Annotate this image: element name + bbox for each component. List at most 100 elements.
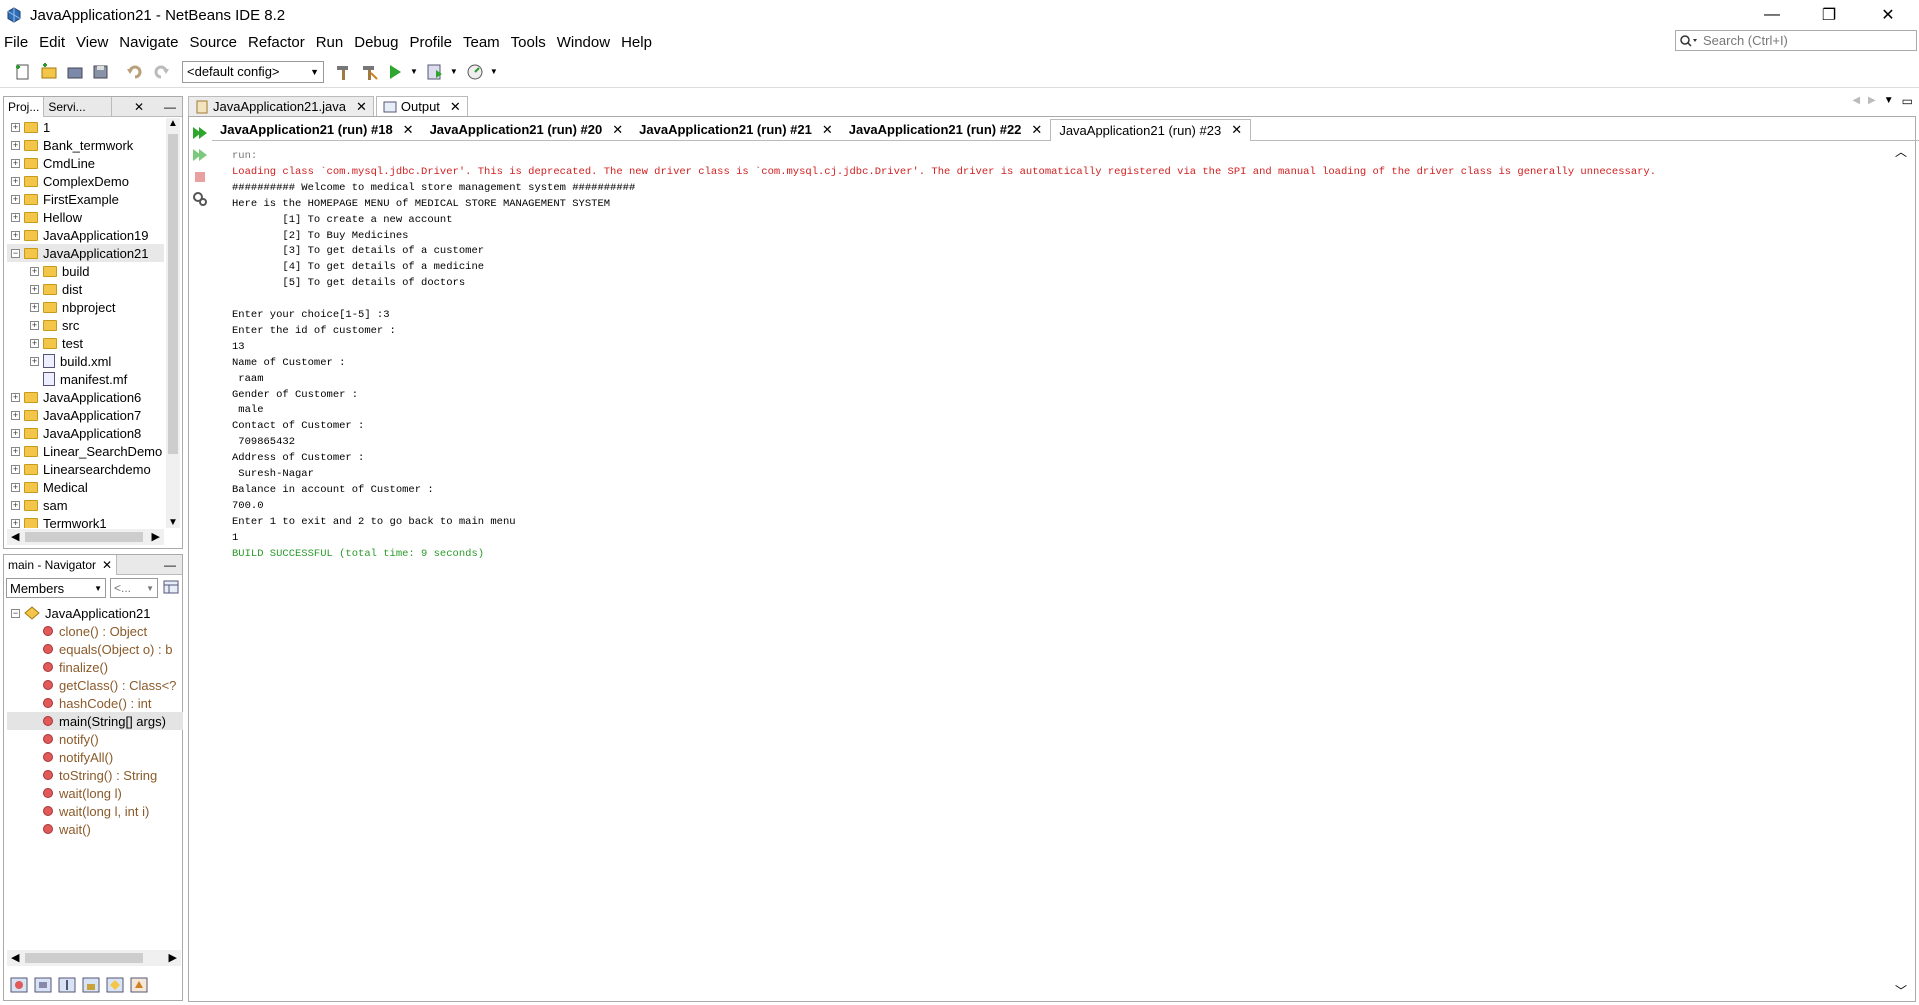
menu-navigate[interactable]: Navigate bbox=[119, 34, 178, 51]
expand-icon[interactable]: + bbox=[11, 212, 20, 222]
navigator-member[interactable]: notifyAll() bbox=[7, 748, 183, 766]
debug-dropdown-icon[interactable]: ▼ bbox=[450, 67, 458, 76]
scroll-down-icon[interactable]: ﹀ bbox=[1894, 982, 1908, 999]
expand-icon[interactable]: + bbox=[11, 140, 20, 150]
expand-icon[interactable]: + bbox=[11, 122, 20, 132]
redo-button[interactable] bbox=[150, 61, 172, 83]
expand-icon[interactable]: + bbox=[11, 194, 20, 204]
expand-icon[interactable]: + bbox=[11, 482, 20, 492]
rerun-customized-button[interactable] bbox=[192, 147, 208, 163]
collapse-icon[interactable]: − bbox=[11, 248, 20, 258]
menu-refactor[interactable]: Refactor bbox=[248, 34, 305, 51]
scroll-thumb[interactable] bbox=[168, 134, 178, 454]
project-tree-item[interactable]: + Linear_SearchDemo bbox=[7, 442, 164, 460]
project-tree-item[interactable]: + Hellow bbox=[7, 208, 164, 226]
console-vscrollbar[interactable]: ︿ ﹀ bbox=[1894, 143, 1908, 999]
project-tree-item[interactable]: + dist bbox=[7, 280, 164, 298]
project-tree-item[interactable]: + src bbox=[7, 316, 164, 334]
project-tree-item[interactable]: + JavaApplication19 bbox=[7, 226, 164, 244]
close-icon[interactable]: ✕ bbox=[612, 122, 623, 138]
filter-classes-button[interactable] bbox=[106, 977, 124, 996]
project-tree-item[interactable]: + JavaApplication7 bbox=[7, 406, 164, 424]
navigator-member[interactable]: clone() : Object bbox=[7, 622, 183, 640]
navigator-member[interactable]: getClass() : Class<? bbox=[7, 676, 183, 694]
close-icon[interactable]: ✕ bbox=[102, 558, 112, 572]
menu-source[interactable]: Source bbox=[189, 34, 237, 51]
expand-icon[interactable]: + bbox=[11, 518, 20, 528]
run-tab-18[interactable]: JavaApplication21 (run) #18 ✕ bbox=[212, 119, 422, 141]
collapse-icon[interactable]: − bbox=[11, 608, 20, 618]
menu-window[interactable]: Window bbox=[557, 34, 610, 51]
menu-run[interactable]: Run bbox=[316, 34, 344, 51]
expand-icon[interactable]: + bbox=[11, 230, 20, 240]
project-tree-item[interactable]: + FirstExample bbox=[7, 190, 164, 208]
scroll-right-icon[interactable]: ▶ bbox=[152, 530, 160, 543]
project-tree-item[interactable]: + JavaApplication8 bbox=[7, 424, 164, 442]
project-tree-item[interactable]: + Termwork1 bbox=[7, 514, 164, 528]
navigator-member[interactable]: notify() bbox=[7, 730, 183, 748]
scroll-left-icon[interactable]: ◀ bbox=[11, 951, 19, 964]
projects-hscrollbar[interactable]: ◀ ▶ bbox=[7, 529, 164, 545]
close-icon[interactable]: ✕ bbox=[1031, 122, 1042, 138]
stop-button[interactable] bbox=[192, 169, 208, 185]
debug-button[interactable] bbox=[424, 61, 446, 83]
project-tree-item[interactable]: + Medical bbox=[7, 478, 164, 496]
menu-file[interactable]: File bbox=[4, 34, 28, 51]
minimize-panel-icon[interactable]: — bbox=[164, 100, 176, 114]
project-tree-item[interactable]: manifest.mf bbox=[7, 370, 164, 388]
project-tree-item[interactable]: + CmdLine bbox=[7, 154, 164, 172]
menu-help[interactable]: Help bbox=[621, 34, 652, 51]
tab-projects[interactable]: Proj... bbox=[4, 96, 45, 117]
navigator-member[interactable]: equals(Object o) : b bbox=[7, 640, 183, 658]
navigator-member[interactable]: toString() : String bbox=[7, 766, 183, 784]
close-window-button[interactable]: ✕ bbox=[1865, 0, 1911, 30]
expand-icon[interactable]: + bbox=[11, 392, 20, 402]
expand-icon[interactable]: + bbox=[30, 356, 39, 366]
tab-java-file[interactable]: JavaApplication21.java ✕ bbox=[188, 96, 374, 116]
tab-scroll-left-icon[interactable]: ◀ bbox=[1852, 95, 1860, 106]
filter-inherited-button[interactable] bbox=[10, 977, 28, 996]
scroll-left-icon[interactable]: ◀ bbox=[11, 530, 19, 543]
filter-fields-button[interactable] bbox=[34, 977, 52, 996]
filter-nonpublic-button[interactable] bbox=[82, 977, 100, 996]
new-file-button[interactable] bbox=[12, 61, 34, 83]
run-tab-20[interactable]: JavaApplication21 (run) #20 ✕ bbox=[422, 119, 632, 141]
run-tab-21[interactable]: JavaApplication21 (run) #21 ✕ bbox=[631, 119, 841, 141]
expand-icon[interactable]: + bbox=[11, 446, 20, 456]
output-settings-button[interactable] bbox=[192, 191, 208, 207]
projects-vscrollbar[interactable]: ▲ ▼ bbox=[166, 118, 180, 528]
hscroll-thumb[interactable] bbox=[25, 953, 143, 963]
profile-button[interactable] bbox=[464, 61, 486, 83]
project-tree-item[interactable]: + build.xml bbox=[7, 352, 164, 370]
project-tree-item[interactable]: + ComplexDemo bbox=[7, 172, 164, 190]
hscroll-thumb[interactable] bbox=[25, 532, 143, 542]
menu-debug[interactable]: Debug bbox=[354, 34, 398, 51]
menu-profile[interactable]: Profile bbox=[409, 34, 452, 51]
expand-icon[interactable]: + bbox=[11, 500, 20, 510]
navigator-member[interactable]: main(String[] args) bbox=[7, 712, 183, 730]
navigator-member[interactable]: finalize() bbox=[7, 658, 183, 676]
filter-sort-button[interactable] bbox=[130, 977, 148, 996]
tab-services[interactable]: Servi... bbox=[44, 96, 113, 117]
project-tree-item[interactable]: + sam bbox=[7, 496, 164, 514]
run-tab-23[interactable]: JavaApplication21 (run) #23 ✕ bbox=[1050, 118, 1252, 141]
navigator-options-button[interactable] bbox=[163, 579, 179, 598]
maximize-panel-icon[interactable]: ▭ bbox=[1902, 94, 1913, 108]
expand-icon[interactable]: + bbox=[11, 410, 20, 420]
new-project-button[interactable] bbox=[38, 61, 60, 83]
project-tree-item[interactable]: + Linearsearchdemo bbox=[7, 460, 164, 478]
navigator-root[interactable]: − JavaApplication21 bbox=[7, 604, 183, 622]
close-icon[interactable]: ✕ bbox=[450, 99, 461, 115]
navigator-member[interactable]: wait() bbox=[7, 820, 183, 838]
expand-icon[interactable]: + bbox=[11, 464, 20, 474]
project-tree-item[interactable]: − JavaApplication21 bbox=[7, 244, 164, 262]
close-icon[interactable]: ✕ bbox=[822, 122, 833, 138]
close-icon[interactable]: ✕ bbox=[356, 99, 367, 115]
menu-edit[interactable]: Edit bbox=[39, 34, 65, 51]
project-tree-item[interactable]: + JavaApplication6 bbox=[7, 388, 164, 406]
navigator-member[interactable]: wait(long l) bbox=[7, 784, 183, 802]
expand-icon[interactable]: + bbox=[11, 428, 20, 438]
tab-navigator[interactable]: main - Navigator ✕ bbox=[4, 554, 118, 575]
undo-button[interactable] bbox=[124, 61, 146, 83]
run-button[interactable] bbox=[384, 61, 406, 83]
